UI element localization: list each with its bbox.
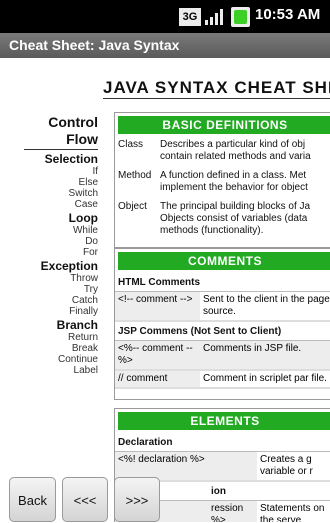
document-title: JAVA SYNTAX CHEAT SHEET <box>103 78 330 97</box>
syntax-cell: <%! declaration %> <box>115 452 257 480</box>
nav-link[interactable]: Continue <box>8 354 98 365</box>
cheat-sheet-document[interactable]: JAVA SYNTAX CHEAT SHEET ControlFlow Selec… <box>8 58 330 522</box>
nav-link[interactable]: Do <box>8 236 98 247</box>
basic-definitions-header: BASIC DEFINITIONS <box>118 116 330 134</box>
nav-link[interactable]: Else <box>8 177 98 188</box>
definition-cell: The principal building blocks of Ja Obje… <box>157 197 330 241</box>
syntax-cell: <%-- comment --%> <box>115 341 200 369</box>
status-bar: 3G 10:53 AM <box>0 0 330 33</box>
html-comments-title: HTML Comments <box>115 273 330 292</box>
term-cell: Class <box>118 139 144 150</box>
nav-section-heading[interactable]: Flow <box>8 131 98 148</box>
term-cell: Object <box>118 201 147 212</box>
definitions-table: Class Describes a particular kind of obj… <box>115 137 330 242</box>
nav-divider <box>24 149 98 150</box>
previous-button[interactable]: <<< <box>62 477 108 522</box>
comments-header: COMMENTS <box>118 252 330 270</box>
nav-link[interactable]: While <box>8 225 98 236</box>
nav-link[interactable]: Switch <box>8 188 98 199</box>
comments-panel: COMMENTS HTML Comments <!-- comment --> … <box>114 248 330 400</box>
nav-link[interactable]: For <box>8 247 98 258</box>
nav-section-heading[interactable]: Selection <box>8 152 98 166</box>
description-cell: Comments in JSP file. <box>200 341 330 369</box>
table-row: Method A function defined in a class. Me… <box>115 166 330 198</box>
nav-section-heading[interactable]: Control <box>8 114 98 131</box>
next-button[interactable]: >>> <box>114 477 160 522</box>
network-3g-icon: 3G <box>179 8 201 26</box>
elements-header: ELEMENTS <box>118 412 330 430</box>
term-cell: Method <box>118 170 152 181</box>
nav-link[interactable]: Label <box>8 365 98 376</box>
table-row: <!-- comment --> Sent to the client in t… <box>115 292 330 322</box>
nav-link[interactable]: Catch <box>8 295 98 306</box>
syntax-cell: // comment <box>115 371 200 387</box>
app-title: Cheat Sheet: Java Syntax <box>0 33 330 58</box>
signal-strength-icon <box>205 9 223 25</box>
jsp-comments-title: JSP Commens (Not Sent to Client) <box>115 322 330 341</box>
description-cell: Comment in scriplet par file. <box>203 373 327 384</box>
definition-cell: A function defined in a class. Met imple… <box>157 166 330 198</box>
status-time: 10:53 AM <box>255 6 321 23</box>
section-nav: Control Flow Selection If Else Switch Case Loop… <box>8 114 98 376</box>
nav-section-heading[interactable]: Exception <box>8 259 98 273</box>
nav-section-heading[interactable]: Loop <box>8 211 98 225</box>
nav-section-heading[interactable]: Branch <box>8 318 98 332</box>
nav-link[interactable]: Try <box>8 284 98 295</box>
nav-link[interactable]: Return <box>8 332 98 343</box>
table-row: // comment Comment in scriplet par file. <box>115 371 330 389</box>
declaration-title: Declaration <box>115 433 330 452</box>
nav-link[interactable]: If <box>8 166 98 177</box>
nav-link[interactable]: Finally <box>8 306 98 317</box>
definition-cell: Describes a particular kind of obj conta… <box>157 137 330 167</box>
table-row: Class Describes a particular kind of obj… <box>115 137 330 167</box>
table-row: Object The principal building blocks of … <box>115 197 330 241</box>
nav-link[interactable]: Break <box>8 343 98 354</box>
basic-definitions-panel: BASIC DEFINITIONS Class Describes a part… <box>114 112 330 248</box>
nav-link[interactable]: Case <box>8 199 98 210</box>
description-cell: Creates a g variable or r <box>260 454 313 477</box>
description-cell: Sent to the client in the page source. <box>203 294 330 317</box>
back-button[interactable]: Back <box>9 477 56 522</box>
battery-charging-icon <box>231 7 250 27</box>
description-cell: Statements on the serve <box>260 503 325 522</box>
title-divider <box>103 98 330 99</box>
nav-link[interactable]: Throw <box>8 273 98 284</box>
table-row: <%-- comment --%> Comments in JSP file. <box>115 341 330 371</box>
syntax-cell: <!-- comment --> <box>115 292 200 320</box>
